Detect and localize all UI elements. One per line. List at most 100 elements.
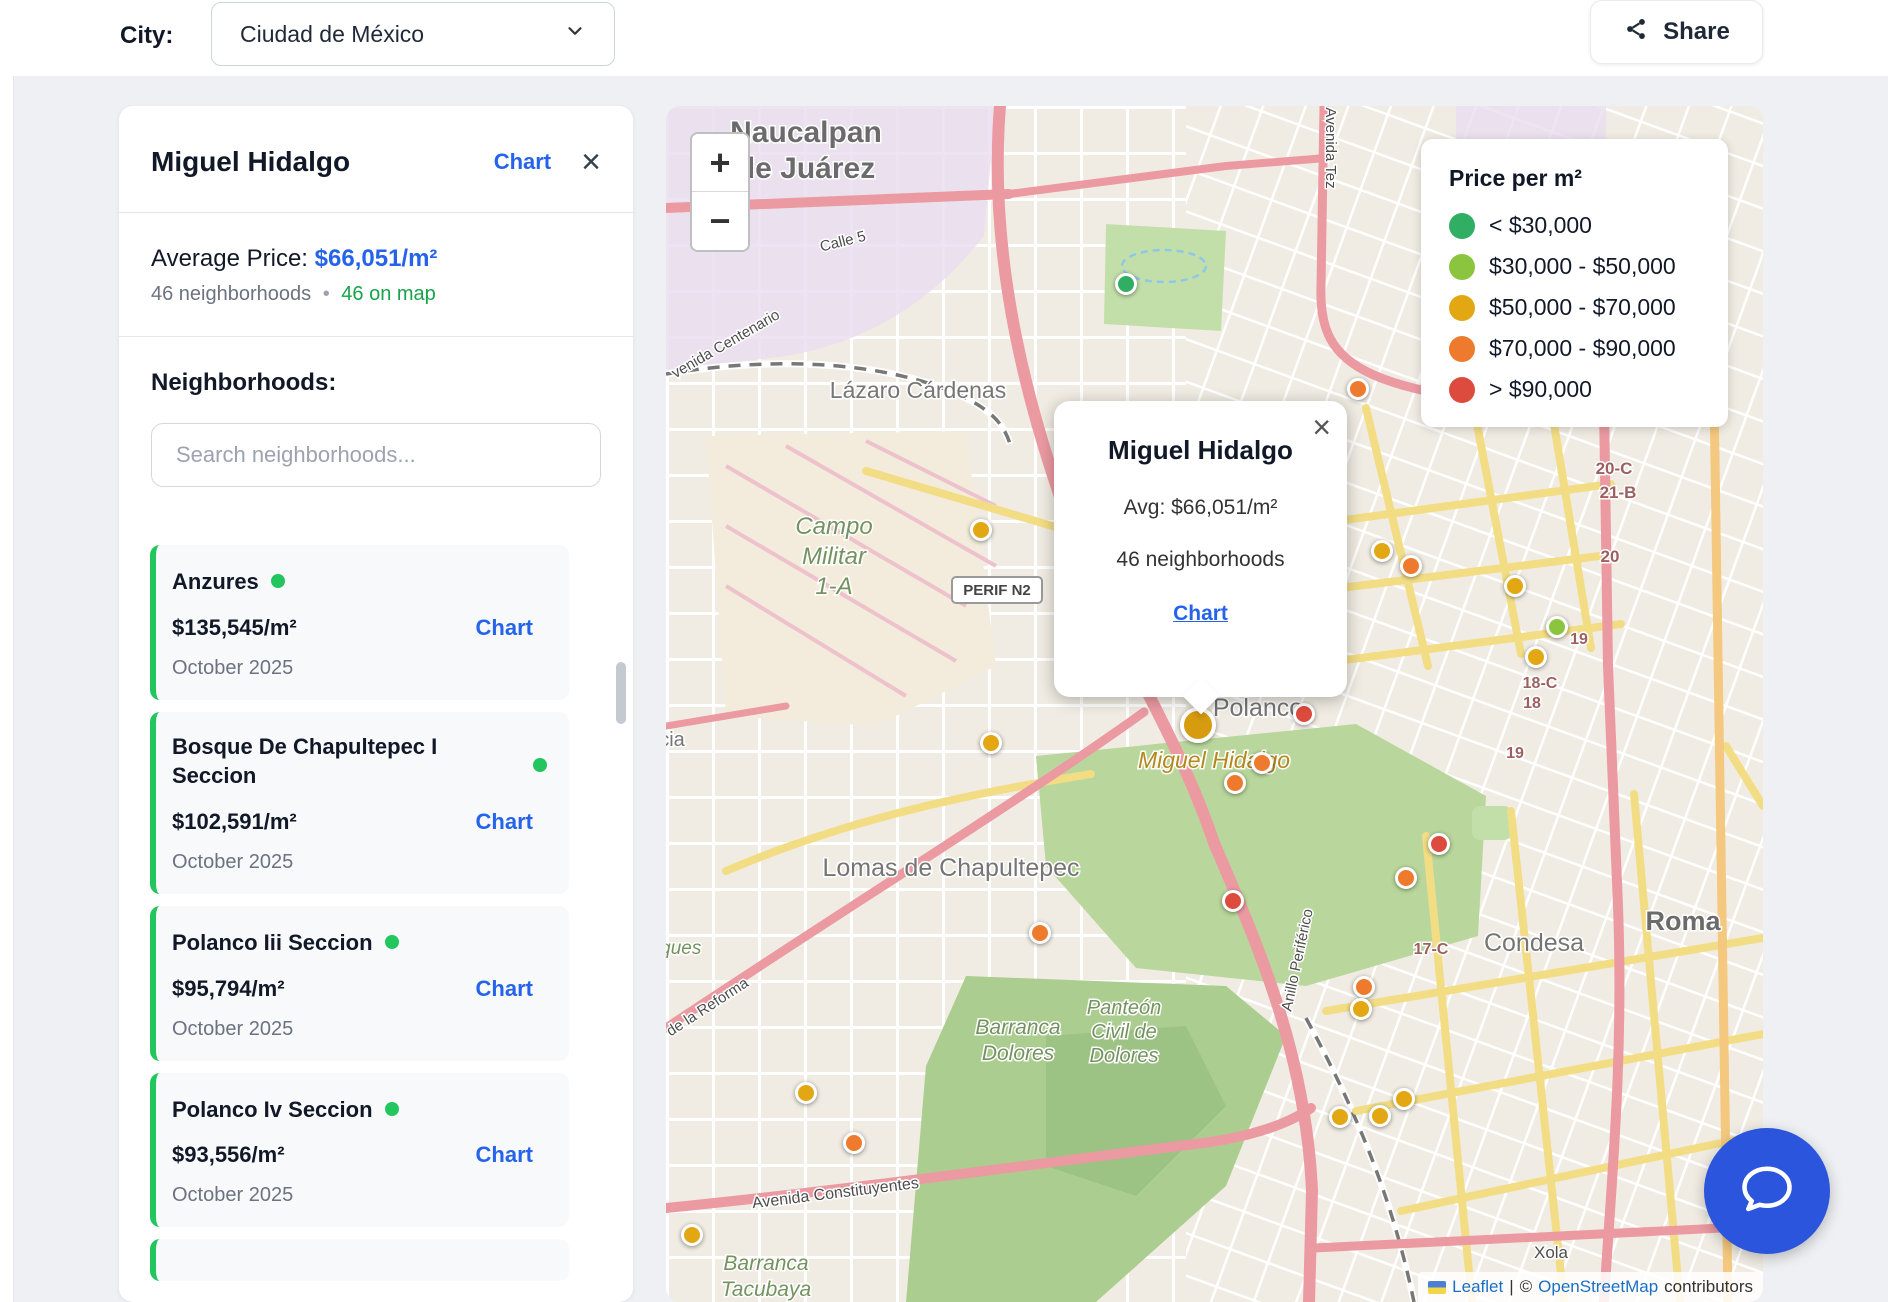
- legend-color-dot: [1449, 213, 1475, 239]
- average-price-block: Average Price: $66,051/m² 46 neighborhoo…: [119, 213, 633, 336]
- selected-map-marker[interactable]: [1180, 707, 1216, 743]
- list-scrollbar-thumb[interactable]: [616, 662, 626, 724]
- legend-label: $70,000 - $90,000: [1489, 335, 1676, 362]
- list-item-partial[interactable]: [150, 1239, 569, 1281]
- neighborhood-chart-link[interactable]: Chart: [476, 1142, 533, 1168]
- list-item[interactable]: Polanco Iii Seccion $95,794/m² Chart Oct…: [150, 906, 569, 1061]
- popup-chart-link[interactable]: Chart: [1173, 602, 1228, 626]
- delegation-title: Miguel Hidalgo: [151, 146, 494, 178]
- legend-color-dot: [1449, 377, 1475, 403]
- attribution-suffix: contributors: [1664, 1277, 1753, 1297]
- average-price-value: $66,051/m²: [315, 245, 438, 272]
- map-marker[interactable]: [1428, 833, 1450, 855]
- map-marker[interactable]: [1329, 1106, 1351, 1128]
- list-item[interactable]: Bosque De Chapultepec I Seccion $102,591…: [150, 712, 569, 894]
- city-select-value: Ciudad de México: [240, 21, 424, 48]
- neighborhood-price: $95,794/m²: [172, 976, 476, 1002]
- map-marker[interactable]: [1350, 998, 1372, 1020]
- neighborhood-chart-link[interactable]: Chart: [476, 976, 533, 1002]
- zoom-out-button[interactable]: −: [692, 192, 748, 250]
- copyright-symbol: ©: [1520, 1277, 1533, 1297]
- chat-bubble-icon: [1737, 1159, 1797, 1224]
- stats-separator: •: [323, 283, 330, 305]
- map-marker[interactable]: [1224, 772, 1246, 794]
- neighborhood-list: Anzures $135,545/m² Chart October 2025 B…: [119, 521, 633, 1281]
- map-marker[interactable]: [1371, 540, 1393, 562]
- map-marker[interactable]: [843, 1132, 865, 1154]
- road-shield: PERIF N2: [951, 576, 1043, 604]
- close-icon[interactable]: ×: [581, 148, 601, 176]
- neighborhood-count: 46 neighborhoods: [151, 283, 311, 305]
- zoom-control: + −: [690, 132, 750, 252]
- map-marker[interactable]: [1029, 922, 1051, 944]
- list-item[interactable]: Polanco Iv Seccion $93,556/m² Chart Octo…: [150, 1073, 569, 1228]
- map-legend: Price per m² < $30,000 $30,000 - $50,000…: [1421, 139, 1728, 427]
- legend-label: $50,000 - $70,000: [1489, 294, 1676, 321]
- map-marker[interactable]: [1400, 555, 1422, 577]
- sidebar-panel: Miguel Hidalgo Chart × Average Price: $6…: [119, 106, 633, 1302]
- osm-link[interactable]: OpenStreetMap: [1538, 1277, 1658, 1297]
- neighborhood-date: October 2025: [172, 1018, 547, 1041]
- search-input[interactable]: [151, 423, 601, 487]
- neighborhood-chart-link[interactable]: Chart: [476, 809, 533, 835]
- map-marker[interactable]: [1369, 1105, 1391, 1127]
- legend-color-dot: [1449, 336, 1475, 362]
- neighborhood-name: Polanco Iii Seccion: [172, 928, 373, 958]
- status-dot-icon: [533, 758, 547, 772]
- map-marker[interactable]: [970, 519, 992, 541]
- top-bar: City: Ciudad de México Share: [0, 0, 1888, 76]
- neighborhoods-section: Neighborhoods:: [119, 337, 633, 521]
- legend-title: Price per m²: [1449, 165, 1700, 192]
- popup-count: 46 neighborhoods: [1074, 548, 1327, 572]
- map-marker[interactable]: [1347, 378, 1369, 400]
- legend-label: $30,000 - $50,000: [1489, 253, 1676, 280]
- map-marker[interactable]: [681, 1224, 703, 1246]
- popup-title: Miguel Hidalgo: [1074, 435, 1327, 466]
- delegation-chart-link[interactable]: Chart: [494, 149, 551, 175]
- legend-label: < $30,000: [1489, 212, 1592, 239]
- on-map-count: 46 on map: [341, 283, 436, 305]
- neighborhood-name: Polanco Iv Seccion: [172, 1095, 373, 1125]
- chat-button[interactable]: [1704, 1128, 1830, 1254]
- neighborhood-price: $135,545/m²: [172, 615, 476, 641]
- map-marker[interactable]: [1546, 616, 1568, 638]
- map-marker[interactable]: [1251, 752, 1273, 774]
- share-label: Share: [1663, 18, 1730, 46]
- sidebar-header: Miguel Hidalgo Chart ×: [119, 106, 633, 178]
- neighborhood-name: Anzures: [172, 567, 259, 597]
- legend-color-dot: [1449, 295, 1475, 321]
- status-dot-icon: [271, 574, 285, 588]
- neighborhoods-heading: Neighborhoods:: [151, 369, 601, 397]
- map-marker[interactable]: [1395, 867, 1417, 889]
- popup-average: Avg: $66,051/m²: [1074, 496, 1327, 520]
- zoom-in-button[interactable]: +: [692, 134, 748, 192]
- map-marker[interactable]: [980, 732, 1002, 754]
- share-icon: [1623, 16, 1649, 49]
- city-select[interactable]: Ciudad de México: [211, 2, 615, 66]
- attribution-divider: |: [1509, 1277, 1513, 1297]
- neighborhood-price: $93,556/m²: [172, 1142, 476, 1168]
- legend-color-dot: [1449, 254, 1475, 280]
- map-marker[interactable]: [1293, 703, 1315, 725]
- map-marker[interactable]: [1222, 890, 1244, 912]
- map-canvas[interactable]: Naucalpande JuárezLázaro CárdenasCampoMi…: [666, 106, 1763, 1302]
- legend-label: > $90,000: [1489, 376, 1592, 403]
- map-marker[interactable]: [795, 1082, 817, 1104]
- map-marker[interactable]: [1393, 1088, 1415, 1110]
- map-marker[interactable]: [1525, 646, 1547, 668]
- average-price-label: Average Price:: [151, 245, 308, 272]
- neighborhood-date: October 2025: [172, 1184, 547, 1207]
- map-marker[interactable]: [1115, 273, 1137, 295]
- map-marker[interactable]: [1504, 575, 1526, 597]
- neighborhood-chart-link[interactable]: Chart: [476, 615, 533, 641]
- legend-item: < $30,000: [1449, 212, 1700, 239]
- share-button[interactable]: Share: [1590, 0, 1763, 64]
- map-marker[interactable]: [1353, 976, 1375, 998]
- list-item[interactable]: Anzures $135,545/m² Chart October 2025: [150, 545, 569, 700]
- neighborhood-date: October 2025: [172, 851, 547, 874]
- neighborhood-name: Bosque De Chapultepec I Seccion: [172, 732, 482, 791]
- popup-close-icon[interactable]: ×: [1312, 409, 1331, 446]
- map-popup: × Miguel Hidalgo Avg: $66,051/m² 46 neig…: [1054, 401, 1347, 697]
- leaflet-link[interactable]: Leaflet: [1452, 1277, 1503, 1297]
- ukraine-flag-icon: [1428, 1281, 1446, 1294]
